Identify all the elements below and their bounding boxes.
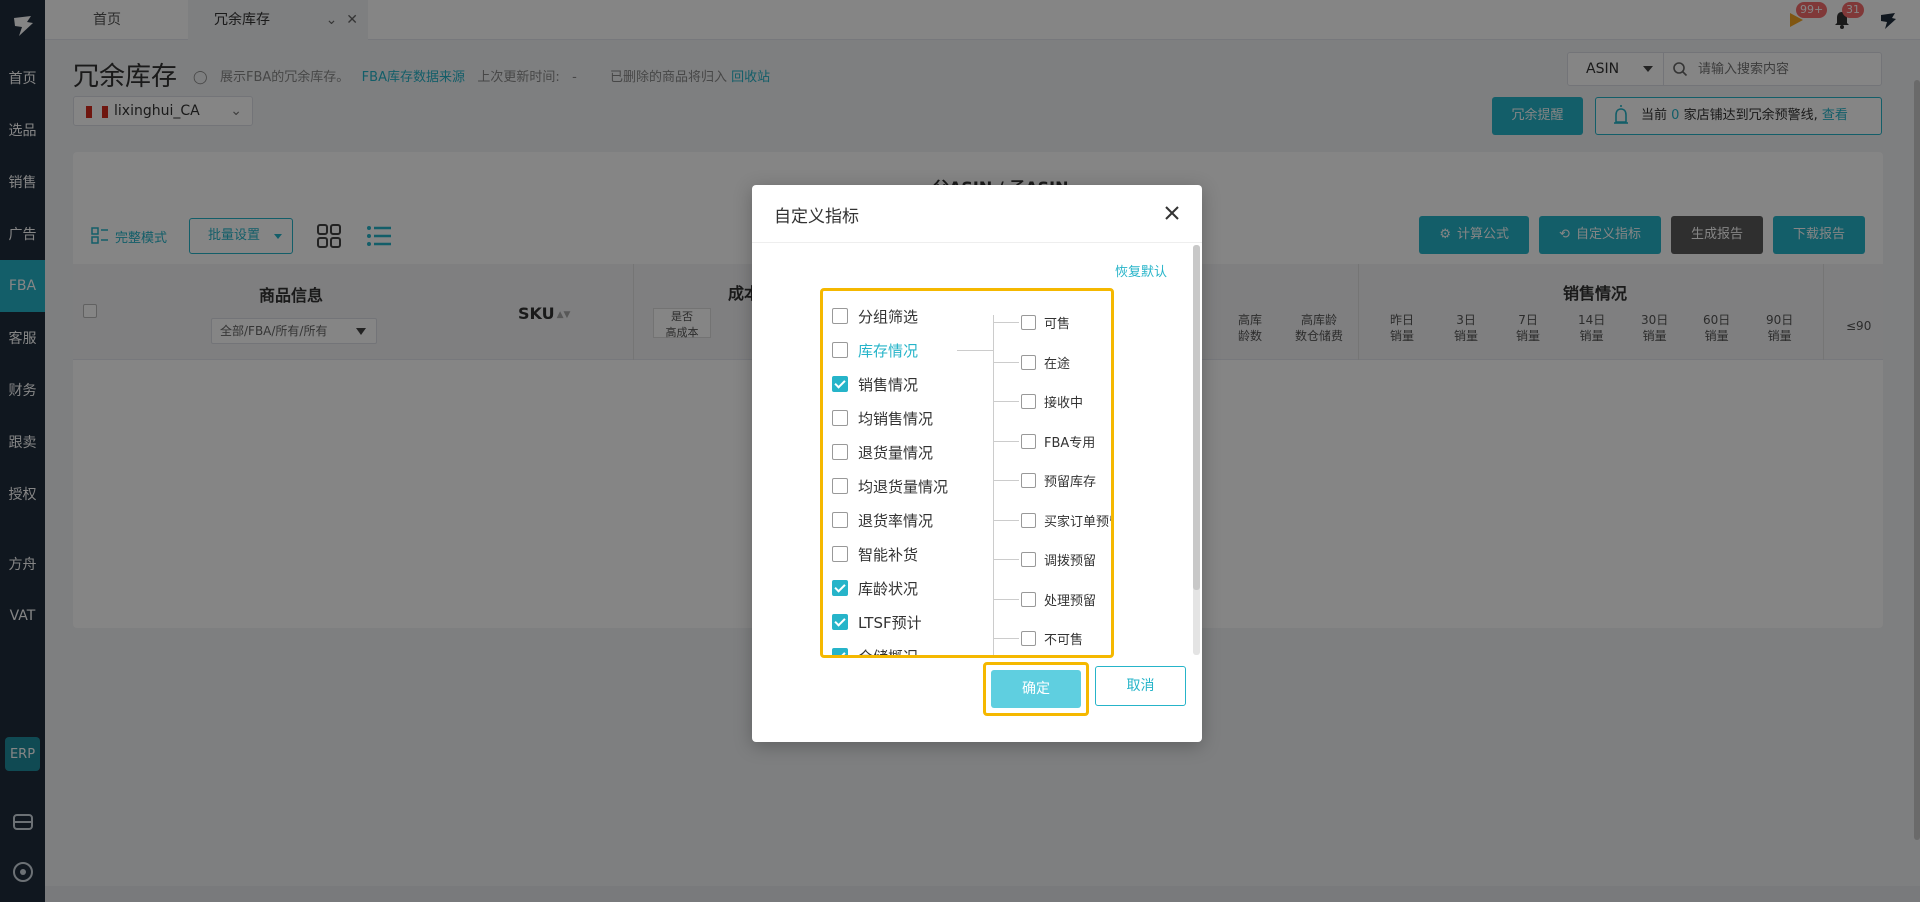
metric-item[interactable]: 不可售: [993, 619, 1111, 655]
metric-group-item[interactable]: 库龄状况: [832, 571, 992, 605]
tree-connector: [957, 350, 993, 351]
metric-group-list: 分组筛选 库存情况 销售情况 均销售情况 退货量情况 均退货量情况 退货率情况 …: [832, 299, 992, 655]
metric-item-list: 可售 在途 接收中 FBA专用 预留库存 买家订单预留 调拨预留 处理预留 不可…: [993, 303, 1111, 655]
checkbox[interactable]: [832, 512, 848, 528]
checkbox[interactable]: [832, 376, 848, 392]
metric-item[interactable]: 预留库存: [993, 461, 1111, 501]
checkbox[interactable]: [832, 648, 848, 655]
metric-group-item[interactable]: 退货量情况: [832, 435, 992, 469]
metric-item[interactable]: 接收中: [993, 382, 1111, 422]
dialog-scrollbar[interactable]: [1193, 245, 1200, 655]
checkbox[interactable]: [1021, 552, 1036, 568]
checkbox[interactable]: [832, 342, 848, 358]
checkbox[interactable]: [1021, 473, 1036, 489]
metrics-picker-highlight: 分组筛选 库存情况 销售情况 均销售情况 退货量情况 均退货量情况 退货率情况 …: [820, 288, 1114, 658]
checkbox[interactable]: [1021, 394, 1036, 410]
close-icon[interactable]: [1160, 201, 1184, 225]
checkbox[interactable]: [1021, 512, 1036, 528]
metric-item[interactable]: 买家订单预留: [993, 501, 1111, 541]
metric-group-item[interactable]: 均销售情况: [832, 401, 992, 435]
metric-item[interactable]: 调拨预留: [993, 540, 1111, 580]
dialog-header: 自定义指标: [752, 185, 1202, 243]
metric-group-item[interactable]: 仓储概况: [832, 639, 992, 655]
metric-group-item[interactable]: 智能补货: [832, 537, 992, 571]
checkbox[interactable]: [1021, 433, 1036, 449]
dialog-title: 自定义指标: [774, 207, 859, 227]
checkbox[interactable]: [832, 546, 848, 562]
confirm-highlight: 确定: [983, 662, 1089, 716]
metric-group-item[interactable]: 分组筛选: [832, 299, 992, 333]
metric-item[interactable]: 处理预留: [993, 580, 1111, 620]
cancel-button[interactable]: 取消: [1095, 666, 1186, 706]
metric-item[interactable]: 在途: [993, 343, 1111, 383]
checkbox[interactable]: [832, 614, 848, 630]
custom-metrics-dialog: 自定义指标 恢复默认 分组筛选 库存情况 销售情况 均销售情况 退货量情况 均退…: [752, 185, 1202, 742]
reset-default-link[interactable]: 恢复默认: [1115, 261, 1167, 280]
checkbox[interactable]: [832, 308, 848, 324]
metric-group-item[interactable]: 退货率情况: [832, 503, 992, 537]
metric-item[interactable]: 可售: [993, 303, 1111, 343]
metric-group-item[interactable]: 均退货量情况: [832, 469, 992, 503]
checkbox[interactable]: [832, 580, 848, 596]
metric-group-item[interactable]: 销售情况: [832, 367, 992, 401]
checkbox[interactable]: [832, 444, 848, 460]
checkbox[interactable]: [1021, 631, 1036, 647]
checkbox[interactable]: [832, 410, 848, 426]
checkbox[interactable]: [1021, 315, 1036, 331]
metric-item[interactable]: FBA专用: [993, 422, 1111, 462]
checkbox[interactable]: [1021, 591, 1036, 607]
checkbox[interactable]: [832, 478, 848, 494]
metric-group-item[interactable]: LTSF预计: [832, 605, 992, 639]
checkbox[interactable]: [1021, 354, 1036, 370]
confirm-button[interactable]: 确定: [991, 670, 1081, 708]
scroll-thumb[interactable]: [1193, 245, 1200, 590]
